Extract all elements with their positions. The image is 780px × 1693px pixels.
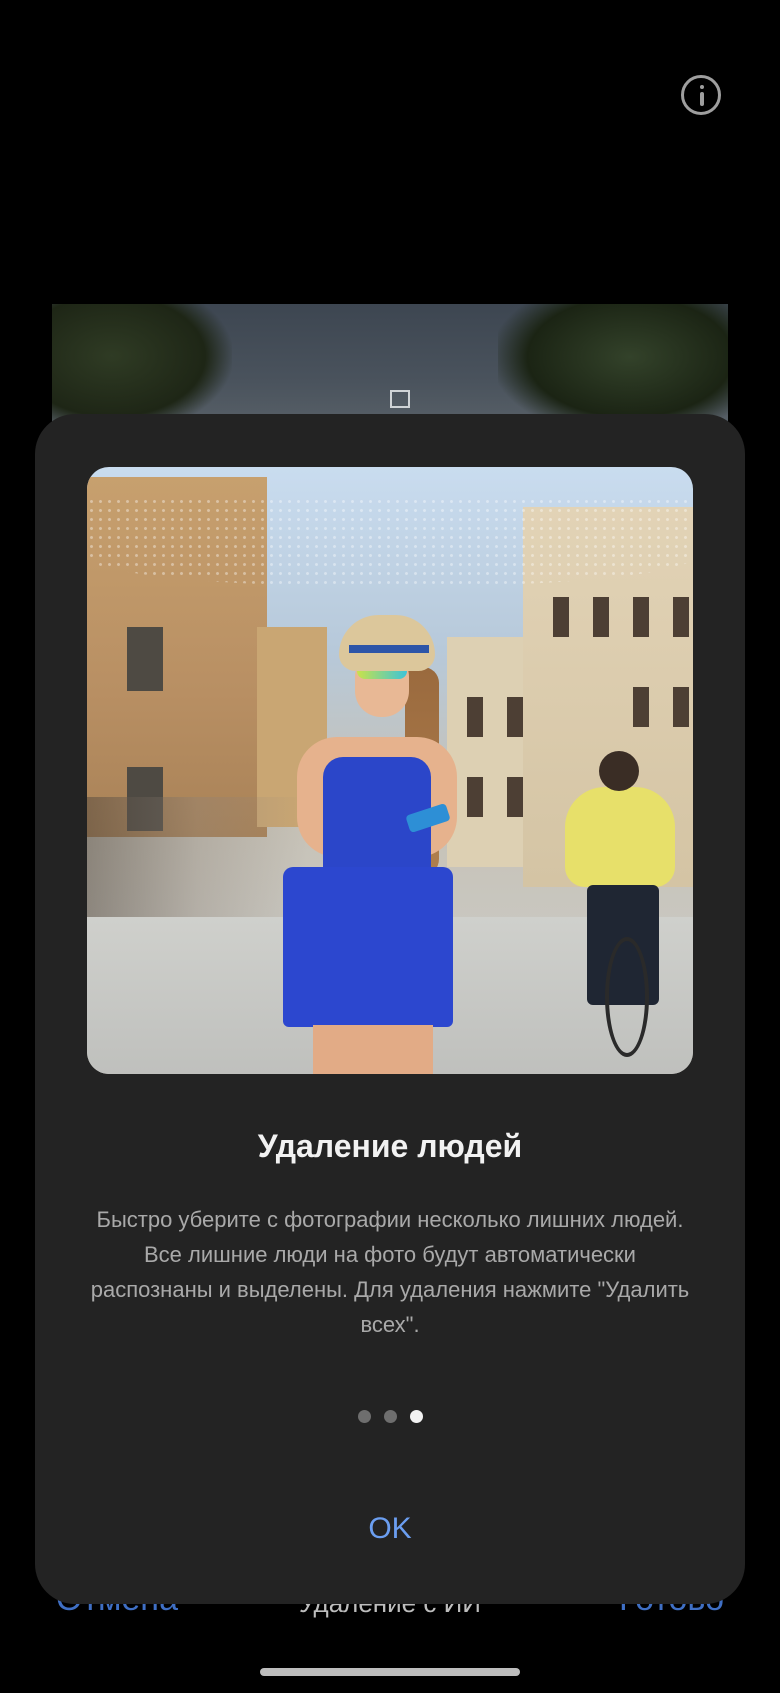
tutorial-preview-image [87,467,693,1074]
dialog-title: Удаление людей [257,1128,523,1164]
dialog-description: Быстро уберите с фотографии несколько ли… [90,1207,690,1337]
page-dot[interactable] [357,1410,371,1423]
ok-button[interactable]: OK [290,1494,490,1564]
info-button[interactable] [681,75,721,115]
page-dot[interactable] [383,1410,397,1423]
tutorial-dialog: Удаление людей Быстро уберите с фотограф… [35,414,745,1604]
page-indicator [35,1410,745,1424]
page-dot-active[interactable] [409,1410,423,1423]
home-indicator [260,1668,520,1676]
